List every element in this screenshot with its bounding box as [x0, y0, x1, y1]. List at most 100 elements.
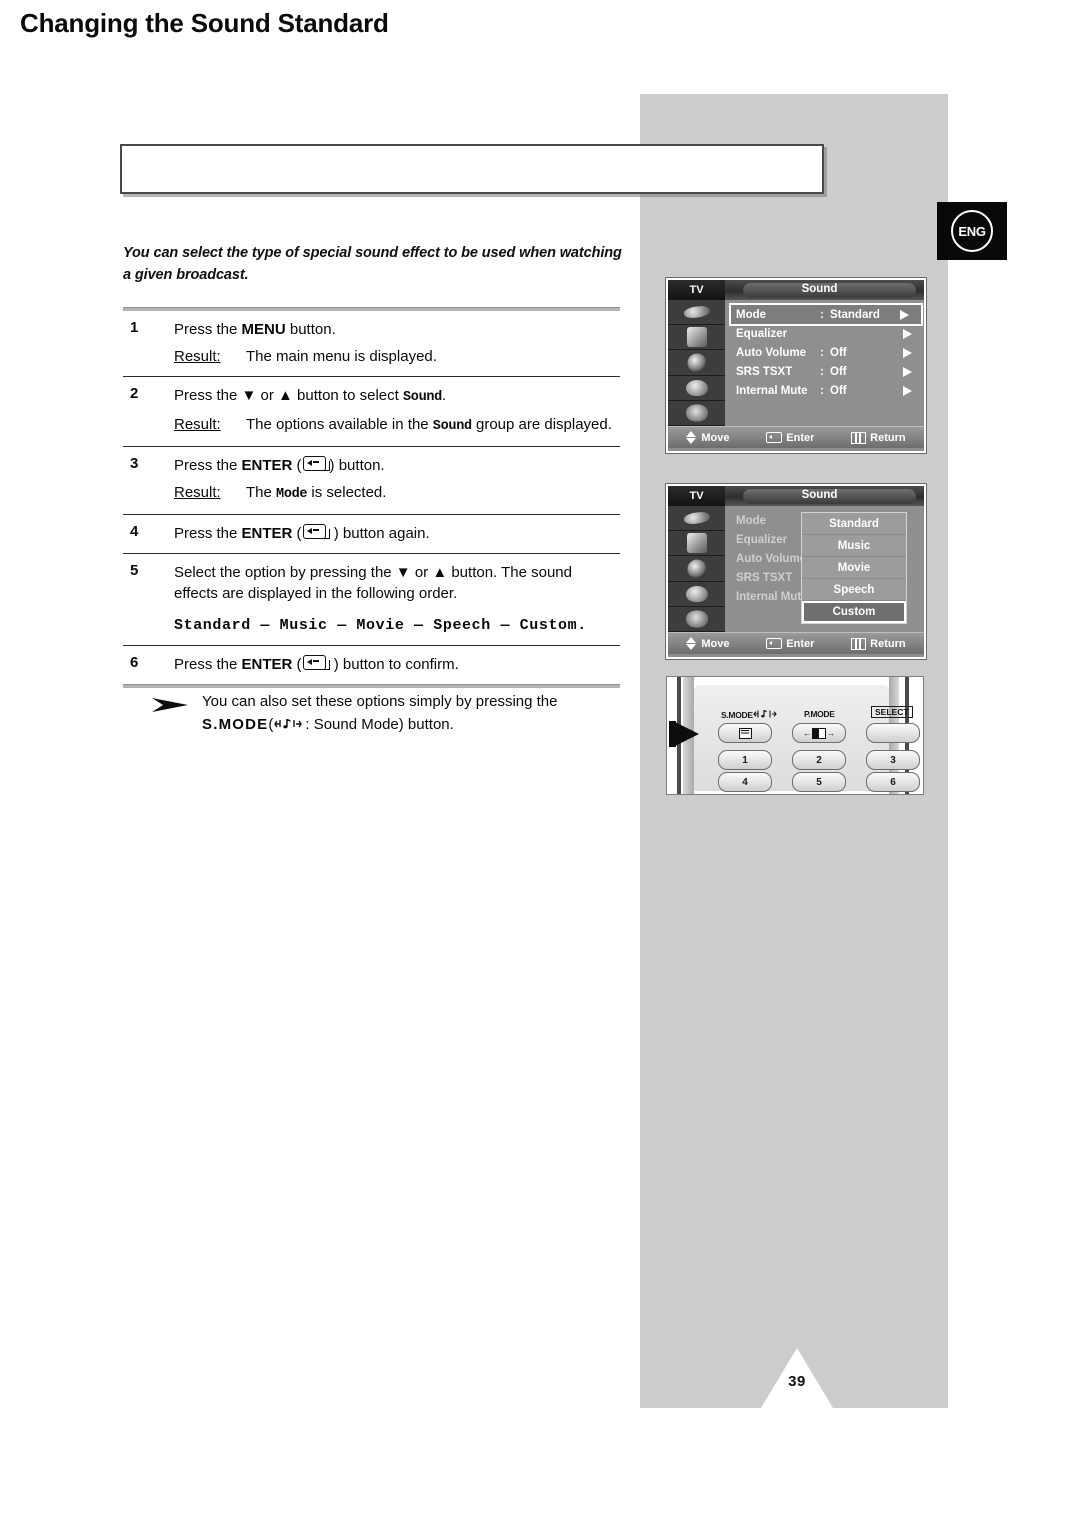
- enter-key-icon: [766, 638, 783, 649]
- osd-footer-move-label: Move: [701, 637, 730, 650]
- step-instruction: Press the MENU button.: [174, 319, 620, 340]
- osd-icon-feature[interactable]: [668, 581, 725, 607]
- osd-footer-return-label: Return: [870, 637, 906, 650]
- osd-title-wrap: Sound: [725, 280, 924, 300]
- remote-key-6[interactable]: 6: [866, 772, 920, 792]
- step-number: 6: [130, 654, 139, 671]
- osd-icon-picture[interactable]: [668, 506, 725, 532]
- remote-button-smode[interactable]: [718, 723, 772, 743]
- menu-key-icon: [851, 431, 867, 444]
- osd-footer-enter: Enter: [766, 432, 814, 444]
- osd-row-label: Auto Volume: [736, 346, 807, 359]
- step-result: Result: The Mode is selected.: [174, 482, 620, 505]
- steps-bottom-rule: [123, 684, 620, 688]
- step-result: Result: The options available in the Sou…: [174, 414, 620, 437]
- step-row: 4 Press the ENTER ( ) button again.: [123, 515, 620, 553]
- step-number: 1: [130, 319, 139, 336]
- smode-glyph-icon: [738, 727, 752, 739]
- tip-text: You can also set these options simply by…: [202, 690, 620, 738]
- step-body: Press the ENTER ( ) button again.: [174, 523, 620, 544]
- step-instruction-pre: Press the: [174, 321, 242, 338]
- step-body: Press the ENTER ( ) button to confirm.: [174, 654, 620, 675]
- chevron-right-icon: [903, 328, 912, 339]
- osd-row-label: SRS TSXT: [736, 365, 793, 378]
- osd-row-colon: :: [820, 308, 824, 321]
- keyword-mode: Mode: [276, 487, 308, 502]
- osd-source-label: TV: [668, 486, 725, 506]
- keyword-menu: MENU: [241, 321, 286, 338]
- sound-effect-order: Standard — Music — Movie — Speech — Cust…: [174, 617, 587, 634]
- osd-icon-channel[interactable]: [668, 350, 725, 376]
- osd-icon-sound[interactable]: [668, 531, 725, 557]
- osd-screenshot-sound-menu: TV Sound Mode : Standard Equalizer Auto …: [666, 278, 926, 453]
- remote-key-1[interactable]: 1: [718, 750, 772, 770]
- osd-row-mode[interactable]: Mode : Standard: [729, 303, 923, 326]
- result-pre: The: [246, 484, 277, 501]
- chevron-right-icon: [903, 347, 912, 358]
- language-badge-label: ENG: [958, 223, 986, 239]
- osd-row-srs-tsxt[interactable]: SRS TSXT : Off: [731, 362, 924, 381]
- step-instruction-post: button.: [285, 321, 336, 338]
- sound-mode-dropdown: Standard Music Movie Speech Custom: [801, 512, 907, 624]
- dropdown-option-music[interactable]: Music: [802, 535, 906, 557]
- remote-smode-text: S.MODE: [721, 710, 753, 720]
- osd-footer-enter-label: Enter: [786, 637, 815, 650]
- page-intro: You can select the type of special sound…: [123, 245, 622, 283]
- step-instruction-post: button again.: [338, 525, 430, 542]
- osd-footer-enter-label: Enter: [786, 431, 815, 444]
- osd-source-label: TV: [668, 280, 725, 300]
- tip-arrow-icon: [150, 690, 202, 738]
- remote-key-3[interactable]: 3: [866, 750, 920, 770]
- osd-row-internal-mute[interactable]: Internal Mute : Off: [731, 381, 924, 400]
- enter-key-icon: [766, 432, 783, 443]
- step-row: 1 Press the MENU button. Result: The mai…: [123, 311, 620, 376]
- osd-option-list: Mode : Equalizer Auto Volume : SRS TSXT …: [725, 506, 924, 632]
- osd-icon-setup[interactable]: [668, 400, 725, 427]
- step-instruction: Press the ENTER ( ) button to confirm.: [174, 655, 459, 673]
- remote-key-2[interactable]: 2: [792, 750, 846, 770]
- step-row: 5 Select the option by pressing the ▼ or…: [123, 554, 620, 645]
- tip-paren-open: (: [268, 716, 274, 733]
- dropdown-option-movie[interactable]: Movie: [802, 557, 906, 579]
- callout-pointer-icon: [673, 721, 699, 747]
- step-instruction: Press the ▼ or ▲ button to select Sound.: [174, 385, 620, 408]
- remote-button-select[interactable]: [866, 723, 920, 743]
- step-body: Select the option by pressing the ▼ or ▲…: [174, 562, 620, 636]
- osd-icon-feature[interactable]: [668, 375, 725, 401]
- chevron-right-icon: [900, 309, 909, 320]
- remote-button-pmode[interactable]: ← →: [792, 723, 846, 743]
- page-title: Changing the Sound Standard: [20, 8, 389, 38]
- result-label: Result:: [174, 416, 221, 433]
- osd-icon-setup[interactable]: [668, 606, 725, 633]
- osd-row-auto-volume[interactable]: Auto Volume : Off: [731, 343, 924, 362]
- page-title-box: [120, 144, 824, 194]
- dropdown-option-standard[interactable]: Standard: [802, 513, 906, 535]
- osd-category-icons: [668, 300, 725, 427]
- osd-row-equalizer[interactable]: Equalizer: [731, 324, 924, 343]
- remote-control-illustration: S.MODE P.MODE SELECT ← → 1 2 3 4 5 6: [666, 676, 924, 795]
- step-instruction-pre: Press the: [174, 525, 242, 542]
- osd-icon-channel[interactable]: [668, 556, 725, 582]
- osd-footer-return: Return: [851, 431, 906, 444]
- osd-icon-sound[interactable]: [668, 325, 725, 351]
- dropdown-option-custom[interactable]: Custom: [802, 601, 906, 623]
- step-number: 2: [130, 385, 139, 402]
- step-instruction-pre: Press the ▼ or ▲ button to select: [174, 387, 403, 404]
- osd-title: Sound: [801, 489, 838, 501]
- keyword-enter: ENTER: [241, 656, 293, 673]
- osd-icon-picture[interactable]: [668, 300, 725, 326]
- chevron-right-icon: [903, 385, 912, 396]
- tip-note: You can also set these options simply by…: [150, 690, 620, 738]
- osd-option-list: Mode : Standard Equalizer Auto Volume : …: [725, 300, 924, 426]
- osd-row-colon: :: [820, 346, 824, 359]
- osd-footer-enter: Enter: [766, 638, 814, 650]
- remote-key-4[interactable]: 4: [718, 772, 772, 792]
- tip-line-2: : Sound Mode) button.: [305, 716, 454, 733]
- dropdown-option-speech[interactable]: Speech: [802, 579, 906, 601]
- step-row: 3 Press the ENTER () button. Result: The…: [123, 447, 620, 514]
- result-text: The Mode is selected.: [246, 482, 620, 505]
- osd-title-wrap: Sound: [725, 486, 924, 506]
- remote-key-5[interactable]: 5: [792, 772, 846, 792]
- result-post: group are displayed.: [471, 416, 612, 433]
- language-badge-ring: ENG: [951, 210, 993, 252]
